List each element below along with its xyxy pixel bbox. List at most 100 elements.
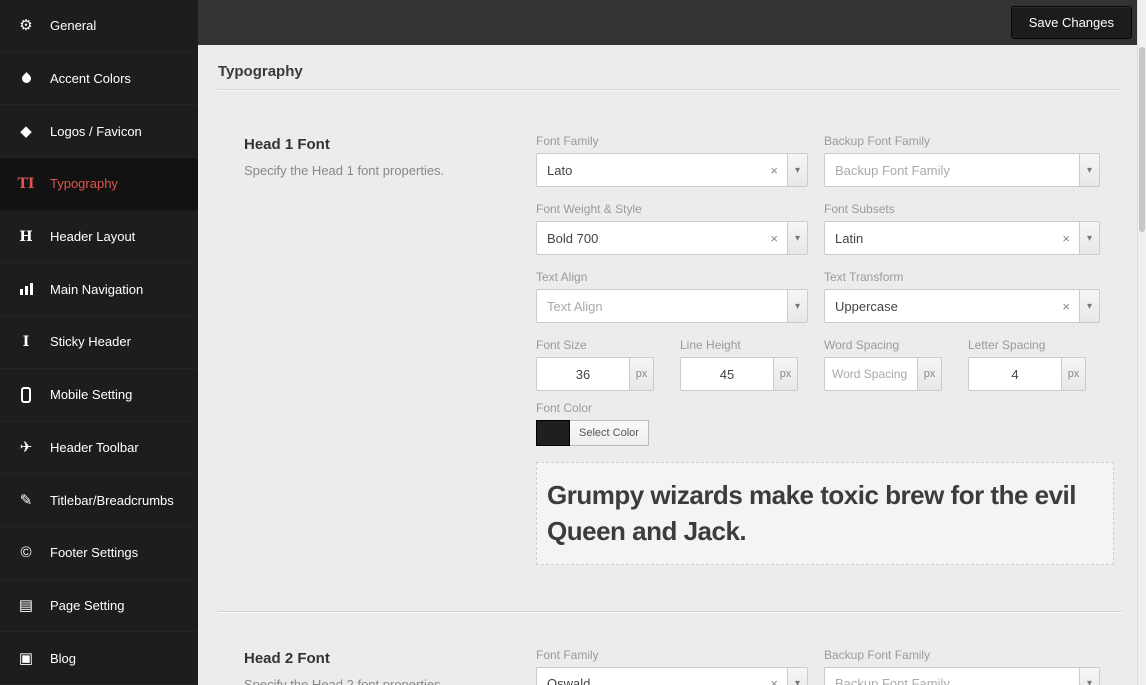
- font-subsets-field: Font Subsets Latin × ▾: [824, 202, 1100, 255]
- clear-icon[interactable]: ×: [761, 163, 787, 178]
- sidebar-item-titlebar-breadcrumbs[interactable]: ✎ Titlebar/Breadcrumbs: [0, 474, 198, 527]
- sidebar-item-header-toolbar[interactable]: ✈ Header Toolbar: [0, 422, 198, 475]
- select-value: Uppercase: [825, 299, 1053, 314]
- chevron-down-icon[interactable]: ▾: [1079, 290, 1099, 322]
- sidebar-item-typography[interactable]: TI Typography: [0, 158, 198, 211]
- section-fields: Font Family Lato × ▾ Backup Font Family …: [536, 134, 1114, 565]
- section-head1-font: Head 1 Font Specify the Head 1 font prop…: [218, 90, 1122, 565]
- field-label: Text Transform: [824, 270, 1100, 284]
- typography-icon: TI: [15, 177, 37, 191]
- sidebar: ⚙ General Accent Colors ◆ Logos / Favico…: [0, 0, 198, 685]
- select-color-button[interactable]: Select Color: [570, 420, 649, 446]
- backup-font-family-select[interactable]: Backup Font Family ▾: [824, 153, 1100, 187]
- section-description: Specify the Head 1 font properties.: [244, 163, 536, 178]
- sidebar-item-header-layout[interactable]: H Header Layout: [0, 211, 198, 264]
- select-placeholder: Backup Font Family: [825, 676, 1079, 685]
- select-value: Latin: [825, 231, 1053, 246]
- sidebar-item-main-navigation[interactable]: Main Navigation: [0, 263, 198, 316]
- font-family-select[interactable]: Oswald × ▾: [536, 667, 808, 685]
- bar-chart-icon: [15, 283, 37, 295]
- sidebar-item-mobile-setting[interactable]: Mobile Setting: [0, 369, 198, 422]
- select-placeholder: Text Align: [537, 299, 787, 314]
- sidebar-item-general[interactable]: ⚙ General: [0, 0, 198, 53]
- field-label: Font Color: [536, 401, 1114, 415]
- font-family-field: Font Family Lato × ▾: [536, 134, 808, 187]
- content: Typography Head 1 Font Specify the Head …: [198, 45, 1146, 685]
- sidebar-item-label: Logos / Favicon: [50, 124, 142, 139]
- letter-spacing-field: Letter Spacing px: [968, 338, 1086, 391]
- line-height-input[interactable]: [680, 357, 774, 391]
- chevron-down-icon[interactable]: ▾: [787, 290, 807, 322]
- chevron-down-icon[interactable]: ▾: [1079, 222, 1099, 254]
- section-title: Head 1 Font: [244, 136, 536, 153]
- sidebar-item-sticky-header[interactable]: I Sticky Header: [0, 316, 198, 369]
- field-label: Backup Font Family: [824, 134, 1100, 148]
- font-preview: Grumpy wizards make toxic brew for the e…: [536, 462, 1114, 565]
- font-subsets-select[interactable]: Latin × ▾: [824, 221, 1100, 255]
- sidebar-item-label: Mobile Setting: [50, 387, 132, 402]
- field-label: Font Subsets: [824, 202, 1100, 216]
- clear-icon[interactable]: ×: [761, 676, 787, 685]
- clear-icon[interactable]: ×: [1053, 231, 1079, 246]
- pencil-icon: ✎: [15, 493, 37, 508]
- main-panel: Save Changes Typography Head 1 Font Spec…: [198, 0, 1146, 685]
- plane-icon: ✈: [15, 440, 37, 455]
- section-title: Head 2 Font: [244, 650, 536, 667]
- chevron-down-icon[interactable]: ▾: [787, 668, 807, 685]
- field-label: Word Spacing: [824, 338, 942, 352]
- word-spacing-input[interactable]: [824, 357, 918, 391]
- unit-label: px: [774, 357, 798, 391]
- copyright-icon: ©: [15, 545, 37, 560]
- text-align-select[interactable]: Text Align ▾: [536, 289, 808, 323]
- backup-font-family-select[interactable]: Backup Font Family ▾: [824, 667, 1100, 685]
- sidebar-item-logos-favicon[interactable]: ◆ Logos / Favicon: [0, 105, 198, 158]
- sidebar-item-accent-colors[interactable]: Accent Colors: [0, 53, 198, 106]
- unit-label: px: [630, 357, 654, 391]
- text-align-field: Text Align Text Align ▾: [536, 270, 808, 323]
- sidebar-item-label: Header Toolbar: [50, 440, 139, 455]
- sidebar-item-label: Titlebar/Breadcrumbs: [50, 493, 174, 508]
- sidebar-item-label: Main Navigation: [50, 282, 143, 297]
- sidebar-item-label: Header Layout: [50, 229, 135, 244]
- letter-spacing-input[interactable]: [968, 357, 1062, 391]
- clear-icon[interactable]: ×: [1053, 299, 1079, 314]
- text-transform-field: Text Transform Uppercase × ▾: [824, 270, 1100, 323]
- sidebar-item-label: Sticky Header: [50, 334, 131, 349]
- clear-icon[interactable]: ×: [761, 231, 787, 246]
- chevron-down-icon[interactable]: ▾: [1079, 668, 1099, 685]
- chevron-down-icon[interactable]: ▾: [1079, 154, 1099, 186]
- font-size-field: Font Size px: [536, 338, 654, 391]
- text-transform-select[interactable]: Uppercase × ▾: [824, 289, 1100, 323]
- line-height-field: Line Height px: [680, 338, 798, 391]
- sidebar-item-label: Page Setting: [50, 598, 124, 613]
- field-label: Font Family: [536, 134, 808, 148]
- scrollbar-thumb[interactable]: [1139, 47, 1145, 232]
- chevron-down-icon[interactable]: ▾: [787, 154, 807, 186]
- topbar: Save Changes: [198, 0, 1146, 45]
- backup-font-family-field: Backup Font Family Backup Font Family ▾: [824, 134, 1100, 187]
- font-weight-style-field: Font Weight & Style Bold 700 × ▾: [536, 202, 808, 255]
- field-label: Letter Spacing: [968, 338, 1086, 352]
- sticky-header-icon: I: [15, 335, 37, 349]
- mobile-icon: [15, 387, 37, 403]
- font-family-select[interactable]: Lato × ▾: [536, 153, 808, 187]
- scrollbar-track[interactable]: [1137, 0, 1146, 685]
- select-placeholder: Backup Font Family: [825, 163, 1079, 178]
- sidebar-item-footer-settings[interactable]: © Footer Settings: [0, 527, 198, 580]
- field-label: Font Family: [536, 648, 808, 662]
- sidebar-item-blog[interactable]: ▣ Blog: [0, 632, 198, 685]
- color-swatch[interactable]: [536, 420, 570, 446]
- sidebar-item-page-setting[interactable]: ▤ Page Setting: [0, 580, 198, 633]
- backup-font-family-field: Backup Font Family Backup Font Family ▾: [824, 648, 1100, 685]
- blog-icon: ▣: [15, 651, 37, 666]
- font-weight-style-select[interactable]: Bold 700 × ▾: [536, 221, 808, 255]
- page-title: Typography: [218, 63, 1122, 80]
- sidebar-item-label: General: [50, 18, 96, 33]
- font-size-input[interactable]: [536, 357, 630, 391]
- chevron-down-icon[interactable]: ▾: [787, 222, 807, 254]
- sidebar-item-label: Accent Colors: [50, 71, 131, 86]
- header-layout-icon: H: [15, 230, 37, 244]
- section-info: Head 1 Font Specify the Head 1 font prop…: [244, 134, 536, 565]
- sidebar-item-label: Typography: [50, 176, 118, 191]
- save-changes-button[interactable]: Save Changes: [1011, 6, 1132, 39]
